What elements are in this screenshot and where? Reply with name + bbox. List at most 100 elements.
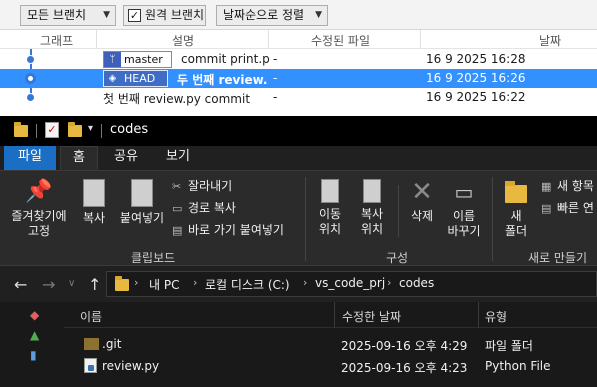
ref-label: HEAD <box>124 72 156 85</box>
file-modified: 2025-09-16 오후 4:23 <box>341 361 468 375</box>
file-modified: 2025-09-16 오후 4:29 <box>341 339 468 353</box>
pin-to-quick-access-button[interactable]: 📌 즐겨찾기에 고정 <box>6 179 72 239</box>
checkbox-checked-icon: ✓ <box>128 9 141 22</box>
breadcrumb-vs-code-prj[interactable]: vs_code_prj <box>315 276 385 290</box>
new-folder-icon[interactable] <box>68 122 82 137</box>
ref-label: master <box>124 53 163 66</box>
cut-button[interactable]: ✂ 잘라내기 <box>172 177 232 194</box>
column-header-name[interactable]: 이름 <box>80 308 102 325</box>
file-list-header: 이름 수정한 날짜 유형 <box>64 302 597 328</box>
delete-label: 삭제 <box>410 209 434 223</box>
tab-share[interactable]: 공유 <box>104 146 148 170</box>
column-header-modified[interactable]: 수정한 날짜 <box>342 308 401 325</box>
new-folder-button[interactable]: 새 폴더 <box>498 177 534 239</box>
remote-branches-checkbox[interactable]: ✓ 원격 브랜치 <box>123 5 206 26</box>
branch-filter-dropdown[interactable]: 모든 브랜치 ▼ <box>20 5 116 26</box>
quick-access-dropdown-icon[interactable]: ▾ <box>88 123 93 134</box>
sort-dropdown[interactable]: 날짜순으로 정렬 ▼ <box>216 5 328 26</box>
column-header-type[interactable]: 유형 <box>485 308 507 325</box>
file-row[interactable]: review.py 2025-09-16 오후 4:23 Python File <box>64 355 597 377</box>
chevron-right-icon[interactable]: › <box>303 276 307 289</box>
rename-line1: 이름 <box>452 209 476 223</box>
new-folder-line1: 새 <box>510 209 522 223</box>
git-toolbar: 모든 브랜치 ▼ ✓ 원격 브랜치 날짜순으로 정렬 ▼ <box>0 0 597 30</box>
chevron-right-icon[interactable]: › <box>387 276 391 289</box>
clipboard-group-label: 클립보드 <box>131 251 176 265</box>
properties-icon[interactable]: ✓ <box>45 122 59 138</box>
copy-label: 복사 <box>82 211 106 225</box>
column-divider[interactable] <box>334 302 335 328</box>
cut-label: 잘라내기 <box>188 179 233 193</box>
chevron-right-icon[interactable]: › <box>193 276 197 289</box>
organize-group-label: 구성 <box>386 251 409 265</box>
move-to-button[interactable]: 이동 위치 <box>311 179 349 237</box>
copy-icon <box>83 179 105 207</box>
navigation-pane: ◆ ▲ ▮ <box>0 302 48 387</box>
easy-access-button[interactable]: ▤ 빠른 연 <box>541 199 594 216</box>
breadcrumb-this-pc[interactable]: 내 PC <box>149 276 179 293</box>
drive-item-icon[interactable]: ▲ <box>30 328 39 342</box>
divider <box>101 124 102 138</box>
tag-icon: ◈ <box>104 71 121 86</box>
column-divider[interactable] <box>268 30 269 48</box>
tab-home[interactable]: 홈 <box>60 146 98 170</box>
scissors-icon: ✂ <box>172 180 182 193</box>
column-header-date[interactable]: 날짜 <box>539 32 561 49</box>
commit-row[interactable]: ᛘ master commit print.p - 16 9 2025 16:2… <box>0 50 597 69</box>
branch-icon: ᛘ <box>104 52 121 67</box>
paste-button[interactable]: 붙여넣기 <box>116 179 168 226</box>
commit-row[interactable]: 첫 번째 review.py commit - 16 9 2025 16:22 <box>0 88 597 107</box>
delete-x-icon: ✕ <box>411 177 433 207</box>
breadcrumb-local-disk[interactable]: 로컬 디스크 (C:) <box>205 276 290 293</box>
column-divider[interactable] <box>420 30 421 48</box>
rename-line2: 바꾸기 <box>447 224 481 238</box>
commit-message: commit print.p <box>181 52 270 66</box>
paste-shortcut-button[interactable]: ▤ 바로 가기 붙여넣기 <box>172 221 284 238</box>
divider <box>398 185 399 237</box>
back-arrow-icon[interactable]: ← <box>14 275 27 294</box>
branch-ref-badge[interactable]: ᛘ master <box>103 51 172 68</box>
commit-date: 16 9 2025 16:26 <box>426 71 526 85</box>
paste-shortcut-label: 바로 가기 붙여넣기 <box>188 223 284 237</box>
commit-date: 16 9 2025 16:22 <box>426 90 526 104</box>
copy-path-button[interactable]: ▭ 경로 복사 <box>172 199 236 216</box>
chevron-down-icon: ▼ <box>103 10 110 20</box>
pin-label-line2: 고정 <box>27 224 51 238</box>
copy-to-line1: 복사 <box>360 207 384 221</box>
recent-locations-chevron-icon[interactable]: ∨ <box>68 278 75 289</box>
head-ref-badge[interactable]: ◈ HEAD <box>103 70 168 87</box>
paste-icon <box>131 179 153 207</box>
column-divider[interactable] <box>478 302 479 328</box>
group-divider <box>305 177 306 261</box>
file-name: .git <box>102 337 122 351</box>
pin-icon: 📌 <box>25 179 53 204</box>
column-divider[interactable] <box>96 30 97 48</box>
tab-file[interactable]: 파일 <box>4 146 56 170</box>
rename-button[interactable]: ▭ 이름 바꾸기 <box>443 179 485 239</box>
new-item-button[interactable]: ▦ 새 항목 <box>541 177 594 194</box>
new-item-icon: ▦ <box>541 180 552 193</box>
up-arrow-icon[interactable]: ↑ <box>88 275 101 294</box>
forward-arrow-icon[interactable]: → <box>42 275 55 294</box>
column-header-description[interactable]: 설명 <box>172 32 194 49</box>
commit-date: 16 9 2025 16:28 <box>426 52 526 66</box>
delete-button[interactable]: ✕ 삭제 <box>403 179 441 224</box>
file-type: 파일 폴더 <box>485 339 533 353</box>
commit-row-selected[interactable]: ◈ HEAD 두 번째 review. - 16 9 2025 16:26 <box>0 69 597 88</box>
copy-to-button[interactable]: 복사 위치 <box>353 179 391 237</box>
tab-view[interactable]: 보기 <box>156 146 200 170</box>
sort-label: 날짜순으로 정렬 <box>223 8 305 22</box>
divider <box>36 124 37 138</box>
chevron-right-icon[interactable]: › <box>134 276 138 289</box>
breadcrumb-codes[interactable]: codes <box>399 276 434 290</box>
copy-to-line2: 위치 <box>360 222 384 236</box>
file-type: Python File <box>485 359 551 373</box>
copy-to-icon <box>363 179 381 203</box>
column-header-modified-files[interactable]: 수정된 파일 <box>311 32 370 49</box>
address-bar[interactable]: › 내 PC › 로컬 디스크 (C:) › vs_code_prj › cod… <box>106 271 597 297</box>
column-header-graph[interactable]: 그래프 <box>40 32 73 49</box>
copy-button[interactable]: 복사 <box>76 179 112 226</box>
pinned-item-icon[interactable]: ◆ <box>30 308 39 322</box>
file-row[interactable]: .git 2025-09-16 오후 4:29 파일 폴더 <box>64 333 597 355</box>
cloud-item-icon[interactable]: ▮ <box>30 348 37 362</box>
